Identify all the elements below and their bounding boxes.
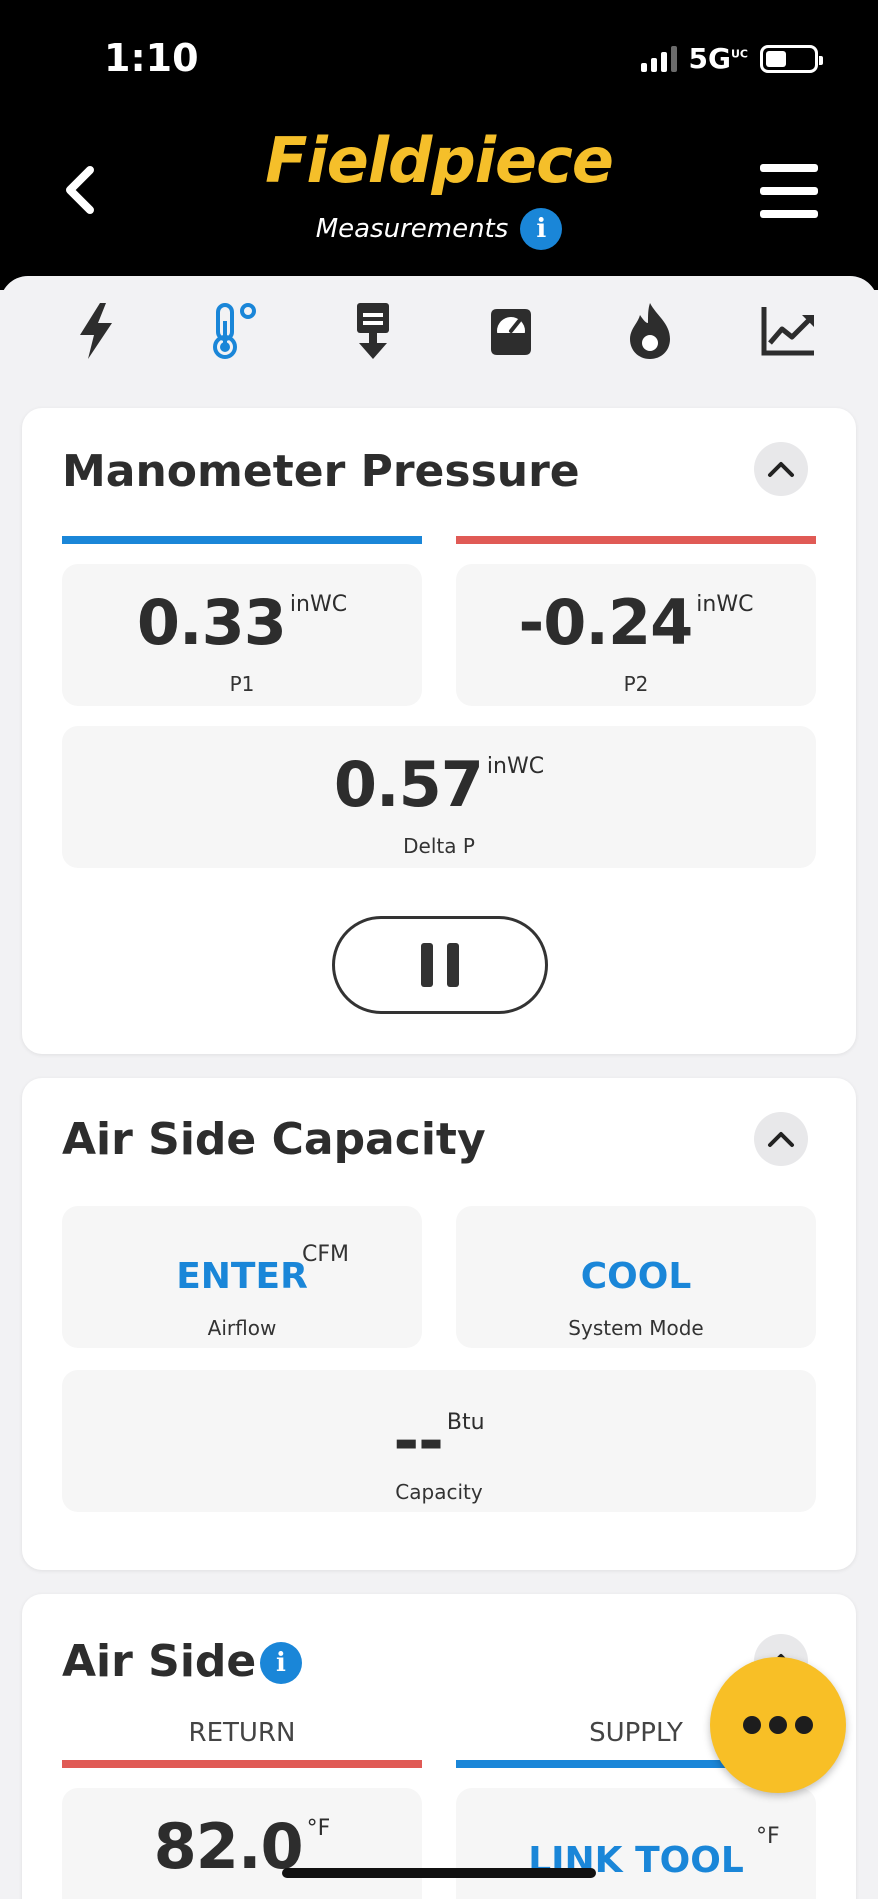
airflow-unit: CFM	[302, 1242, 349, 1267]
system-mode-tile[interactable]: COOL System Mode	[456, 1206, 816, 1348]
hamburger-menu-button[interactable]	[760, 164, 818, 218]
p1-label: P1	[229, 672, 255, 696]
more-icon	[743, 1716, 761, 1734]
capacity-unit: Btu	[446, 1410, 485, 1435]
status-indicators: 5GUC	[640, 42, 823, 75]
chevron-up-icon	[768, 462, 794, 477]
system-mode-label: System Mode	[568, 1316, 704, 1340]
collapse-button[interactable]	[754, 442, 808, 496]
battery-icon	[760, 44, 823, 73]
capacity-tile[interactable]: -- Btu Capacity	[62, 1370, 816, 1512]
page-subtitle: Measurements	[315, 214, 509, 244]
manometer-title: Manometer Pressure	[62, 446, 580, 497]
supply-temp-unit: °F	[756, 1824, 780, 1849]
pause-button[interactable]	[332, 916, 548, 1014]
return-color-bar	[62, 1760, 422, 1768]
flame-icon[interactable]	[620, 301, 680, 361]
air-side-capacity-card: Air Side Capacity ENTER CFM Airflow COOL…	[22, 1078, 856, 1570]
capacity-label: Capacity	[395, 1480, 483, 1504]
capacity-title: Air Side Capacity	[62, 1114, 486, 1165]
network-label: 5GUC	[688, 42, 748, 75]
capacity-value: --	[393, 1404, 443, 1477]
lightning-icon[interactable]	[66, 301, 126, 361]
p1-color-bar	[62, 536, 422, 544]
p1-value: 0.33	[136, 586, 287, 659]
airflow-tile[interactable]: ENTER CFM Airflow	[62, 1206, 422, 1348]
supply-temp-tile[interactable]: LINK TOOL °F	[456, 1788, 816, 1899]
chart-icon[interactable]	[758, 301, 818, 361]
system-mode-value: COOL	[580, 1256, 692, 1297]
info-icon[interactable]: i	[520, 208, 563, 250]
pause-icon	[421, 943, 433, 987]
download-icon[interactable]	[343, 301, 403, 361]
collapse-button[interactable]	[754, 1112, 808, 1166]
airflow-value: ENTER	[176, 1256, 308, 1297]
air-side-title: Air Side	[62, 1636, 257, 1687]
manometer-card: Manometer Pressure 0.33 inWC P1 -0.24 inWC…	[22, 408, 856, 1054]
airflow-label: Airflow	[207, 1316, 277, 1340]
p1-tile[interactable]: 0.33 inWC P1	[62, 564, 422, 706]
more-actions-button[interactable]	[710, 1657, 846, 1793]
page-subtitle-row: Measurements i	[0, 208, 878, 250]
p2-color-bar	[456, 536, 816, 544]
chevron-up-icon	[768, 1132, 794, 1147]
delta-p-value: 0.57	[333, 748, 484, 821]
app-header: 1:10 5GUC Fieldpiece Measurements i	[0, 0, 878, 290]
gauge-icon[interactable]	[481, 301, 541, 361]
thermometer-icon[interactable]	[204, 301, 264, 361]
p1-unit: inWC	[289, 592, 348, 617]
p2-value: -0.24	[518, 586, 694, 659]
fieldpiece-logo: Fieldpiece	[265, 124, 614, 197]
return-temp-tile[interactable]: 82.0 °F	[62, 1788, 422, 1899]
signal-icon	[640, 45, 677, 72]
delta-p-tile[interactable]: 0.57 inWC Delta P	[62, 726, 816, 868]
status-time: 1:10	[104, 36, 199, 80]
delta-p-label: Delta P	[403, 834, 475, 858]
p2-unit: inWC	[696, 592, 754, 617]
return-temp-value: 82.0	[153, 1810, 304, 1883]
return-temp-unit: °F	[306, 1816, 331, 1841]
info-icon[interactable]: i	[260, 1642, 302, 1684]
p2-tile[interactable]: -0.24 inWC P2	[456, 564, 816, 706]
p2-label: P2	[623, 672, 649, 696]
return-header: RETURN	[188, 1718, 296, 1748]
home-indicator	[282, 1868, 596, 1878]
delta-p-unit: inWC	[486, 754, 545, 779]
measurement-tab-bar	[0, 276, 878, 386]
